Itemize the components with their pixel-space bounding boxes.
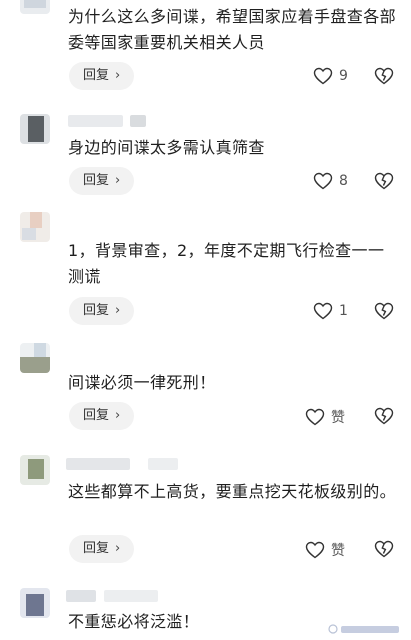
- chevron-right-icon: ›: [115, 541, 121, 556]
- reply-label: 回复: [83, 173, 110, 188]
- heart-icon: [313, 67, 333, 85]
- avatar[interactable]: [20, 455, 50, 485]
- reply-label: 回复: [83, 303, 110, 318]
- avatar[interactable]: [20, 0, 50, 14]
- reply-button[interactable]: 回复 ›: [69, 535, 135, 563]
- avatar[interactable]: [20, 114, 50, 144]
- heart-icon: [305, 541, 325, 559]
- reply-button[interactable]: 回复 ›: [69, 62, 135, 90]
- comment-text: 身边的间谍太多需认真筛查: [68, 138, 265, 157]
- comment-text: 1，背景审查，2，年度不定期飞行检查一一测谎: [68, 241, 385, 286]
- reply-button[interactable]: 回复 ›: [69, 297, 135, 325]
- watermark-text-blurred: [341, 626, 399, 633]
- username-blurred: [104, 590, 158, 602]
- like-count: 9: [339, 68, 348, 84]
- username-blurred: [66, 590, 96, 602]
- broken-heart-icon: [374, 302, 394, 320]
- dislike-button[interactable]: [374, 172, 394, 194]
- dislike-button[interactable]: [374, 67, 394, 89]
- dislike-button[interactable]: [374, 540, 394, 562]
- broken-heart-icon: [374, 172, 394, 190]
- like-count: 8: [339, 173, 348, 189]
- chevron-right-icon: ›: [115, 303, 121, 318]
- watermark-logo-icon: [328, 624, 338, 634]
- like-button[interactable]: 9: [313, 67, 348, 85]
- comment-text: 间谍必须一律死刑！: [68, 373, 216, 392]
- like-button[interactable]: 赞: [305, 540, 345, 560]
- like-label: 赞: [331, 543, 345, 559]
- chevron-right-icon: ›: [115, 408, 121, 423]
- reply-label: 回复: [83, 68, 110, 83]
- avatar[interactable]: [20, 212, 50, 242]
- username-blurred: [66, 458, 130, 470]
- like-button[interactable]: 1: [313, 302, 348, 320]
- reply-label: 回复: [83, 541, 110, 556]
- like-button[interactable]: 8: [313, 172, 348, 190]
- chevron-right-icon: ›: [115, 173, 121, 188]
- comment-text: 为什么这么多间谍，希望国家应着手盘查各部委等国家重要机关相关人员: [68, 7, 397, 52]
- broken-heart-icon: [374, 540, 394, 558]
- broken-heart-icon: [374, 407, 394, 425]
- username-blurred: [68, 115, 123, 127]
- comment-text: 这些都算不上高货，要重点挖天花板级别的。: [68, 482, 397, 501]
- username-blurred: [130, 115, 146, 127]
- reply-label: 回复: [83, 408, 110, 423]
- reply-button[interactable]: 回复 ›: [69, 167, 135, 195]
- heart-icon: [313, 172, 333, 190]
- username-blurred: [148, 458, 178, 470]
- avatar[interactable]: [20, 588, 50, 618]
- heart-icon: [305, 408, 325, 426]
- watermark: [328, 624, 401, 634]
- like-button[interactable]: 赞: [305, 407, 345, 427]
- reply-button[interactable]: 回复 ›: [69, 402, 135, 430]
- heart-icon: [313, 302, 333, 320]
- like-count: 1: [339, 303, 348, 319]
- avatar[interactable]: [20, 343, 50, 373]
- dislike-button[interactable]: [374, 302, 394, 324]
- like-label: 赞: [331, 410, 345, 426]
- chevron-right-icon: ›: [115, 68, 121, 83]
- broken-heart-icon: [374, 67, 394, 85]
- dislike-button[interactable]: [374, 407, 394, 429]
